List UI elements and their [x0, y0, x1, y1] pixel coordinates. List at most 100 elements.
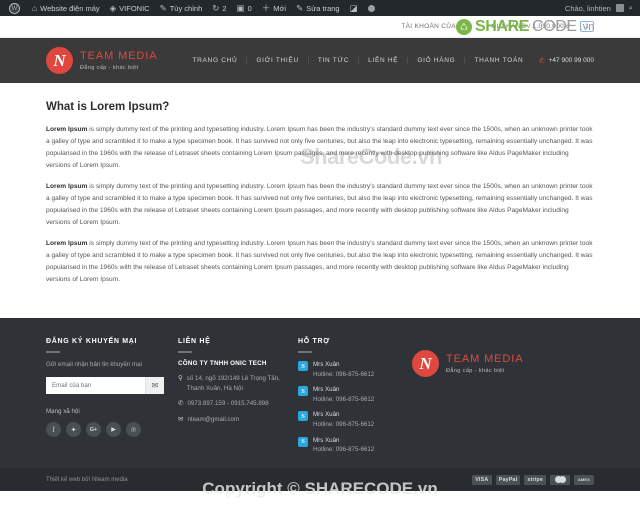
nav-item-lien-he[interactable]: LIÊN HỆ [358, 57, 407, 64]
subscribe-heading: ĐĂNG KÝ KHUYẾN MẠI [46, 338, 178, 353]
support-name: Mrs Xuân [313, 436, 340, 444]
nav-item-tin-tuc[interactable]: TIN TỨC [307, 57, 358, 64]
adminbar-new-label: Mới [273, 3, 287, 13]
envelope-icon: ✉ [178, 416, 184, 424]
contact-email-row[interactable]: ✉ nteam@gmail.com [178, 415, 298, 426]
adminbar-item-wordpress[interactable]: Ⓦ [4, 2, 27, 14]
footer-col-subscribe: ĐĂNG KÝ KHUYẾN MẠI Gửi email nhận bản ti… [46, 338, 178, 461]
adminbar-item-edit-page[interactable]: ✎ Sửa trang [291, 4, 345, 13]
footer-col-support: HỖ TRỢ S Mrs Xuân Hotline: 096-875-6612 … [298, 338, 408, 461]
nav-item-thanh-toan[interactable]: THANH TOÁN [464, 57, 532, 64]
support-item[interactable]: S Mrs Xuân Hotline: 096-875-6612 [298, 410, 408, 429]
contact-address: số 14, ngõ 192/149 Lê Trọng Tấn, Thanh X… [186, 375, 280, 393]
main-navigation: TRANG CHỦ GIỚI THIỆU TIN TỨC LIÊN HỆ GIỎ… [183, 57, 532, 64]
pinterest-icon[interactable]: ℗ [126, 422, 141, 438]
pencil-icon: ✎ [159, 2, 167, 13]
support-item[interactable]: S Mrs Xuân Hotline: 096-875-6612 [298, 360, 408, 379]
page-root: Ⓦ ⌂ Website điện máy ◈ VIFONIC ✎ Tùy chỉ… [0, 0, 640, 505]
adminbar-right: Chào, linhtien ⌕ [565, 3, 636, 13]
logo-icon: N [46, 47, 73, 74]
site-footer: ĐĂNG KÝ KHUYẾN MẠI Gửi email nhận bản ti… [0, 318, 640, 468]
brand-tagline: Đẳng cấp - khác biệt [80, 64, 139, 71]
header-phone[interactable]: ✆ +47 900 99 000 [539, 57, 594, 65]
email-input[interactable] [46, 377, 145, 395]
header-brand[interactable]: N TEAM MEDIA Đẳng cấp - khác biệt [46, 47, 157, 74]
contact-address-row: ⚲ số 14, ngõ 192/149 Lê Trọng Tấn, Thanh… [178, 374, 298, 394]
adminbar-item-status[interactable] [363, 4, 380, 12]
plugin-icon: ◪ [349, 2, 358, 13]
support-item[interactable]: S Mrs Xuân Hotline: 096-875-6612 [298, 385, 408, 404]
company-name: CÔNG TY TNHH ONIC TECH [178, 360, 267, 367]
paragraph-2: Lorem Ipsum is simply dummy text of the … [46, 181, 594, 229]
support-item-text: Mrs Xuân Hotline: 096-875-6612 [313, 436, 374, 455]
support-hotline: Hotline: 096-875-6612 [313, 446, 375, 454]
footer-brand-name: TEAM MEDIA [446, 353, 524, 366]
adminbar-item-plugin[interactable]: ◪ [345, 4, 363, 13]
updates-icon: ↻ [212, 2, 220, 13]
mastercard-circle-right [558, 476, 566, 483]
paragraph-body: is simply dummy text of the printing and… [46, 240, 593, 283]
paragraph-lead: Lorem Ipsum [46, 183, 88, 190]
dot-icon [367, 4, 375, 12]
contact-email: nteam@gmail.com [187, 416, 240, 424]
comment-icon: ▣ [236, 2, 245, 13]
adminbar-edit-label: Sửa trang [306, 3, 340, 13]
wordpress-logo-icon: Ⓦ [9, 2, 20, 14]
paragraph-lead: Lorem Ipsum [46, 126, 88, 133]
stripe-icon: stripe [524, 474, 546, 485]
adminbar-item-updates[interactable]: ↻ 2 [207, 4, 231, 13]
support-hotline: Hotline: 096-875-6612 [313, 370, 375, 378]
support-name: Mrs Xuân [313, 361, 340, 368]
nav-item-gio-hang[interactable]: GIỎ HÀNG [407, 57, 464, 64]
youtube-icon[interactable]: ▶ [106, 422, 121, 438]
support-name: Mrs Xuân [313, 386, 340, 394]
google-plus-icon[interactable]: G+ [86, 422, 101, 438]
support-item-text: Mrs Xuân Hotline: 096-875-6612 [313, 410, 374, 429]
nav-item-gioi-thieu[interactable]: GIỚI THIỆU [246, 57, 307, 64]
support-hotline: Hotline: 096-875-6612 [313, 395, 375, 403]
paragraph-body: is simply dummy text of the printing and… [46, 126, 593, 169]
adminbar-item-customize[interactable]: ✎ Tùy chỉnh [155, 4, 208, 13]
nav-item-trang-chu[interactable]: TRANG CHỦ [183, 57, 246, 64]
subscribe-submit-button[interactable]: ✉ [145, 377, 164, 395]
social-title: Mạng xã hội [46, 408, 80, 416]
paragraph-lead: Lorem Ipsum [46, 240, 88, 247]
cart-link[interactable]: GIỎ HÀNG / 1.090.000 đ [491, 23, 570, 30]
header-phone-number: +47 900 99 000 [548, 57, 594, 64]
adminbar-updates-count: 2 [222, 3, 227, 13]
adminbar-greeting[interactable]: Chào, linhtien [565, 4, 611, 13]
adminbar-item-vifonic[interactable]: ◈ VIFONIC [105, 4, 155, 13]
facebook-icon[interactable]: f [46, 422, 61, 438]
topbar-divider: | [479, 23, 482, 30]
adminbar-item-comments[interactable]: ▣ 0 [232, 4, 257, 13]
footer-brand-tagline: Đẳng cấp - khác biệt [446, 367, 505, 374]
support-item[interactable]: S Mrs Xuân Hotline: 096-875-6612 [298, 436, 408, 455]
site-header: N TEAM MEDIA Đẳng cấp - khác biệt TRANG … [0, 38, 640, 83]
twitter-icon[interactable]: ✦ [66, 422, 81, 438]
my-account-link[interactable]: TÀI KHOẢN CỦA TÔI [401, 23, 469, 30]
adminbar-comments-count: 0 [247, 3, 252, 13]
adminbar-vifonic-label: VIFONIC [119, 3, 150, 13]
support-item-text: Mrs Xuân Hotline: 096-875-6612 [313, 360, 374, 379]
skype-icon: S [298, 386, 308, 397]
cart-count-badge[interactable]: 1 [580, 21, 594, 32]
payment-methods: VISA PayPal stripe AMEX [471, 474, 594, 485]
footer-brand[interactable]: N TEAM MEDIA Đẳng cấp - khác biệt [412, 350, 594, 377]
adminbar-item-new[interactable]: ＋ Mới [257, 4, 291, 13]
subscribe-subtitle: Gửi email nhận bản tin khuyến mại [46, 361, 142, 368]
adminbar-site-label: Website điện máy [40, 3, 100, 13]
social-links: f ✦ G+ ▶ ℗ [46, 422, 178, 438]
vifonic-icon: ◈ [109, 2, 117, 13]
mastercard-icon [550, 474, 570, 485]
adminbar-item-site[interactable]: ⌂ Website điện máy [27, 4, 105, 13]
plus-icon: ＋ [261, 2, 271, 13]
credit-text: Thiết kế web bởi Nteam media [46, 476, 128, 483]
paypal-icon: PayPal [495, 474, 521, 485]
brand-name: TEAM MEDIA [80, 50, 158, 63]
search-icon[interactable]: ⌕ [629, 3, 633, 13]
contact-phone-row[interactable]: ✆ 0973.897.159 - 0915.745.898 [178, 399, 298, 410]
avatar[interactable] [615, 4, 624, 12]
skype-icon: S [298, 361, 308, 371]
paragraph-1: Lorem Ipsum is simply dummy text of the … [46, 124, 594, 172]
support-heading: HỖ TRỢ [298, 338, 408, 353]
